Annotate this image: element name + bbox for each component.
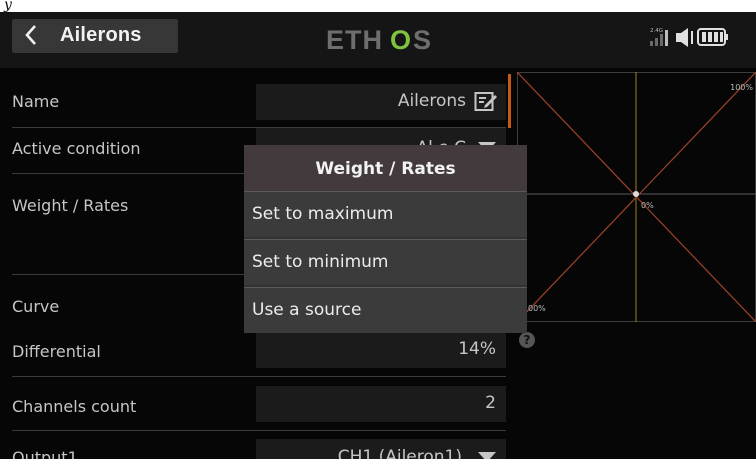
battery-icon — [697, 28, 728, 46]
differential-value: 14% — [458, 339, 496, 359]
ethos-logo: ETH O S — [326, 25, 432, 53]
graph-label-center: 0% — [641, 201, 654, 210]
output1-field[interactable]: CH1 (Aileron1) — [256, 439, 506, 459]
menu-item-set-to-maximum[interactable]: Set to maximum — [244, 191, 527, 237]
radio-screen: Ailerons ETH O S 2.4G Name Ailerons Acti… — [0, 12, 756, 459]
graph-center-point — [633, 191, 639, 197]
signal-strength-icon: 2.4G — [650, 28, 668, 46]
focus-indicator — [508, 74, 511, 128]
help-icon[interactable]: ? — [519, 332, 535, 348]
svg-text:ETH: ETH — [326, 25, 383, 53]
weight-rates-popup: Weight / Rates Set to maximum Set to min… — [244, 145, 527, 333]
differential-label: Differential — [12, 342, 101, 361]
name-value: Ailerons — [397, 91, 466, 111]
curve-graph: 100% 0% -100% — [517, 72, 756, 322]
menu-item-set-to-minimum[interactable]: Set to minimum — [244, 239, 527, 285]
differential-field[interactable]: 14% — [256, 332, 506, 368]
channels-count-label: Channels count — [12, 397, 137, 416]
chevron-left-icon — [25, 25, 36, 45]
back-button[interactable]: Ailerons — [12, 19, 178, 53]
channels-count-field[interactable]: 2 — [256, 386, 506, 422]
speaker-icon — [676, 28, 693, 47]
status-icons: 2.4G — [650, 28, 728, 47]
popup-title: Weight / Rates — [244, 145, 527, 191]
active-condition-label: Active condition — [12, 139, 141, 158]
output1-label: Output1 — [12, 448, 78, 459]
header-bar: Ailerons ETH O S 2.4G — [0, 12, 756, 68]
top-white-strip: y — [0, 0, 756, 13]
separator — [12, 430, 506, 431]
graph-label-top: 100% — [730, 83, 753, 92]
menu-item-use-a-source[interactable]: Use a source — [244, 287, 527, 333]
svg-text:O: O — [390, 25, 412, 53]
svg-text:S: S — [413, 25, 432, 53]
channels-count-value: 2 — [485, 393, 496, 413]
separator — [12, 376, 506, 377]
radio-band-label: 2.4G — [650, 28, 663, 34]
dropdown-triangle-icon — [478, 452, 496, 459]
output1-value: CH1 (Aileron1) — [337, 447, 462, 459]
name-field[interactable]: Ailerons — [256, 84, 506, 120]
page-title: Ailerons — [60, 24, 142, 46]
name-label: Name — [12, 92, 60, 111]
edit-icon[interactable] — [474, 91, 498, 113]
curve-label: Curve — [12, 297, 60, 316]
weight-rates-label: Weight / Rates — [12, 196, 129, 215]
